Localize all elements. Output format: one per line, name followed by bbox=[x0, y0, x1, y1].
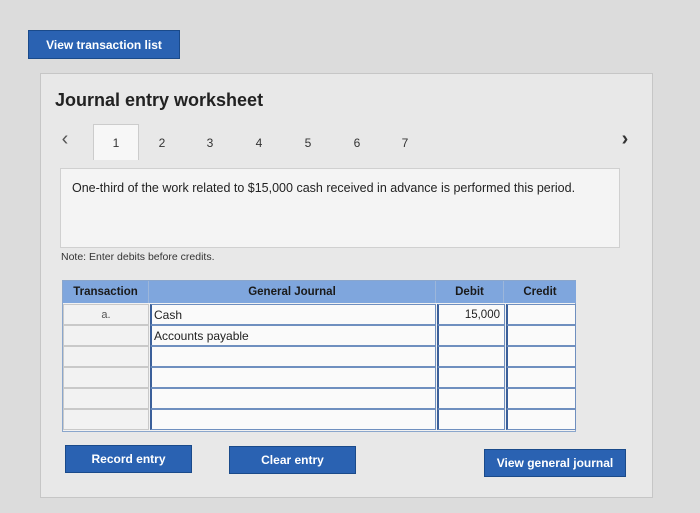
page-title: Journal entry worksheet bbox=[55, 90, 264, 110]
chevron-right-icon[interactable]: › bbox=[615, 128, 635, 151]
tab-1[interactable]: 1 bbox=[93, 124, 139, 160]
debit-input[interactable]: 15,000 bbox=[437, 304, 505, 325]
transaction-cell bbox=[63, 388, 149, 409]
credit-input[interactable] bbox=[506, 346, 576, 367]
tab-2[interactable]: 2 bbox=[139, 128, 185, 158]
table-row bbox=[63, 367, 576, 388]
transaction-cell bbox=[63, 367, 149, 388]
transaction-description: One-third of the work related to $15,000… bbox=[60, 168, 620, 248]
clear-entry-button[interactable]: Clear entry bbox=[229, 446, 356, 474]
table-row bbox=[63, 346, 576, 367]
debit-input[interactable] bbox=[437, 325, 505, 346]
debit-input[interactable] bbox=[437, 367, 505, 388]
account-input[interactable] bbox=[150, 409, 436, 430]
transaction-cell bbox=[63, 346, 149, 367]
debit-input[interactable] bbox=[437, 409, 505, 430]
debit-input[interactable] bbox=[437, 346, 505, 367]
record-entry-button[interactable]: Record entry bbox=[65, 445, 192, 473]
account-input[interactable] bbox=[150, 388, 436, 409]
transaction-cell: a. bbox=[63, 304, 149, 325]
account-input[interactable] bbox=[150, 367, 436, 388]
account-input[interactable]: Accounts payable bbox=[150, 325, 436, 346]
view-transaction-list-button[interactable]: View transaction list bbox=[28, 30, 180, 59]
debit-input[interactable] bbox=[437, 388, 505, 409]
credit-input[interactable] bbox=[506, 409, 576, 430]
table-row bbox=[63, 409, 576, 430]
tab-6[interactable]: 6 bbox=[334, 128, 380, 158]
credit-input[interactable] bbox=[506, 367, 576, 388]
credit-input[interactable] bbox=[506, 304, 576, 325]
table-row: Accounts payable bbox=[63, 325, 576, 346]
chevron-left-icon[interactable]: ‹ bbox=[55, 128, 75, 151]
tab-4[interactable]: 4 bbox=[236, 128, 282, 158]
tab-5[interactable]: 5 bbox=[285, 128, 331, 158]
entry-note: Note: Enter debits before credits. bbox=[61, 251, 215, 263]
header-credit: Credit bbox=[504, 281, 576, 303]
credit-input[interactable] bbox=[506, 325, 576, 346]
tab-3[interactable]: 3 bbox=[187, 128, 233, 158]
account-input[interactable]: Cash bbox=[150, 304, 436, 325]
description-text: One-third of the work related to $15,000… bbox=[72, 181, 576, 195]
table-row bbox=[63, 388, 576, 409]
transaction-cell bbox=[63, 409, 149, 430]
tab-7[interactable]: 7 bbox=[382, 128, 428, 158]
transaction-cell bbox=[63, 325, 149, 346]
header-general-journal: General Journal bbox=[149, 281, 436, 303]
table-row: a. Cash 15,000 bbox=[63, 304, 576, 325]
journal-table: Transaction General Journal Debit Credit… bbox=[62, 280, 576, 432]
worksheet-tabs: ‹ 1 2 3 4 5 6 7 › bbox=[55, 124, 635, 160]
header-debit: Debit bbox=[436, 281, 504, 303]
view-general-journal-button[interactable]: View general journal bbox=[484, 449, 626, 477]
header-transaction: Transaction bbox=[63, 281, 149, 303]
credit-input[interactable] bbox=[506, 388, 576, 409]
account-input[interactable] bbox=[150, 346, 436, 367]
